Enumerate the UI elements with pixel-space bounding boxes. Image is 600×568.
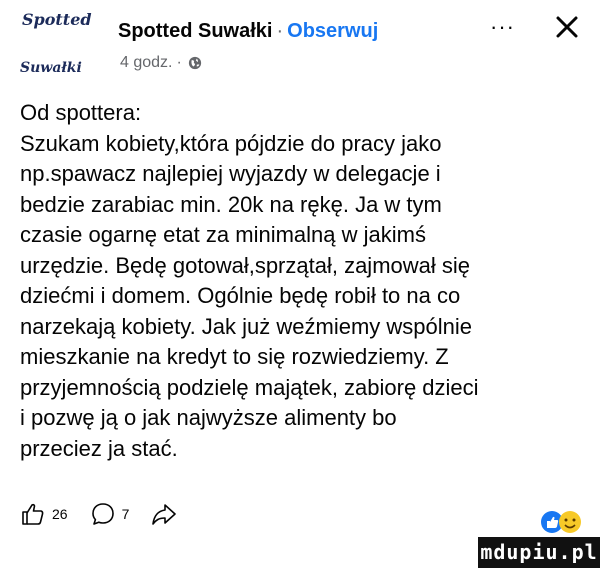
share-icon [152, 504, 177, 525]
thumbs-up-icon [22, 503, 44, 525]
like-count: 26 [52, 506, 68, 522]
like-button[interactable]: 26 [20, 501, 68, 527]
page-title-row: Spotted Suwałki · Obserwuj [118, 20, 378, 43]
post-line: przyjemnością podzielę majątek, zabiorę … [20, 374, 479, 400]
post-line: czasie ogarnę etat za minimalną w jakimś [20, 222, 426, 247]
comment-count: 7 [121, 506, 130, 522]
post-line: np.spawacz najlepiej wyjazdy w delegacje… [20, 161, 441, 186]
globe-icon [188, 56, 201, 70]
post-line: Szukam kobiety,która pójdzie do pracy ja… [20, 130, 442, 156]
page-name-link[interactable]: Spotted Suwałki [118, 20, 272, 42]
post-header: Spotted Suwałki Spotted Suwałki · Obserwuj… [20, 6, 590, 86]
post-time[interactable]: 4 godz. [120, 54, 172, 72]
post-line: narzekają kobiety. Jak już weźmiemy wspó… [20, 313, 472, 339]
reactions-icon [541, 511, 581, 533]
page-avatar[interactable]: Spotted Suwałki [20, 10, 92, 82]
post-line: mieszkanie na kredyt to się rozwiedziemy… [20, 344, 449, 369]
post-line: i pozwę ją o jak najwyższe alimenty bo [20, 405, 397, 430]
more-options-button[interactable]: ··· [490, 14, 515, 40]
share-button[interactable] [151, 501, 177, 527]
post-line: dziećmi i domem. Ogólnie będę robił to n… [20, 283, 461, 308]
post-line: bedzie zarabiac min. 20k na rękę. Ja w t… [20, 191, 442, 217]
post-line: urzędzie. Będę gotował,sprzątał, zajmowa… [20, 252, 471, 278]
meta-separator: · [176, 54, 182, 71]
site-watermark: mdupiu.pl [478, 537, 600, 568]
comment-button[interactable]: 7 [90, 501, 130, 527]
post-line: przeciez ja stać. [20, 435, 178, 461]
avatar-logo-line2: Suwałki [20, 60, 82, 76]
close-icon[interactable] [552, 12, 582, 42]
post-meta: 4 godz. · [120, 54, 202, 72]
follow-button[interactable]: Obserwuj [287, 20, 378, 42]
post-body: Od spottera: Szukam kobiety,która pójdzi… [20, 98, 590, 464]
post-line: Od spottera: [20, 100, 142, 125]
comment-icon [91, 503, 114, 525]
post-actions: 26 7 [20, 497, 199, 531]
avatar-logo-line1: Spotted [22, 10, 92, 29]
title-separator: · [276, 20, 284, 42]
